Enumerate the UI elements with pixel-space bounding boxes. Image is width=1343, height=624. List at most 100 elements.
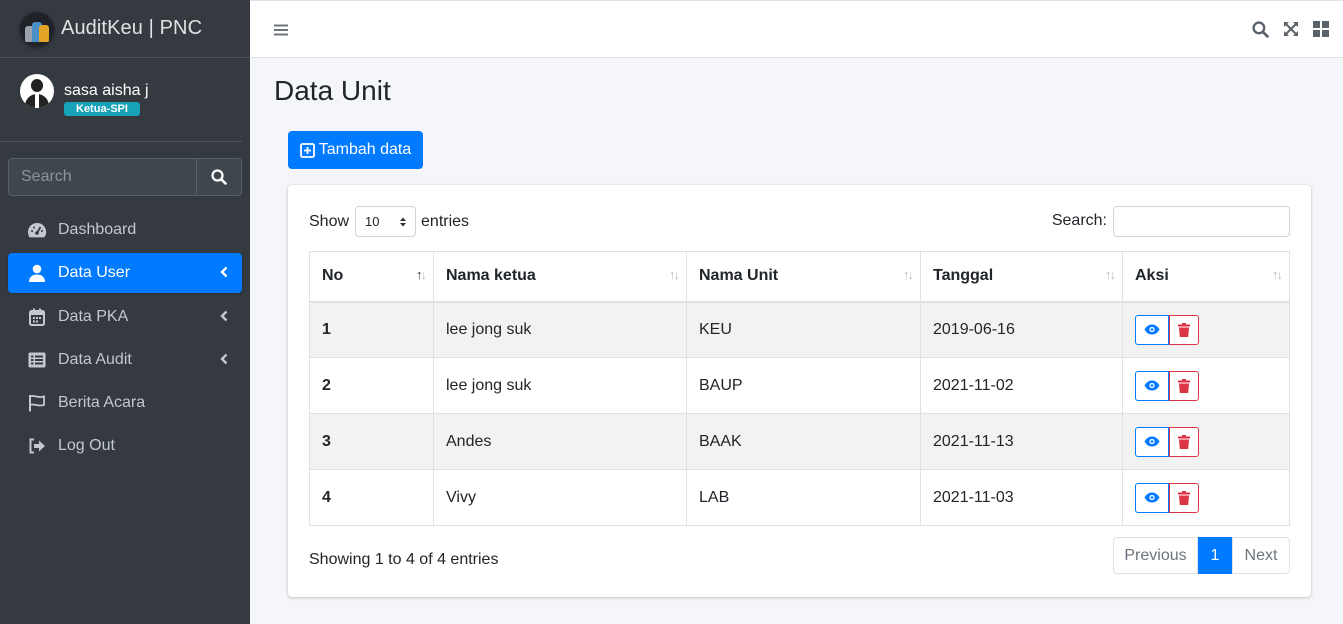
table-header-row: No ↑↓ Nama ketua ↑↓ Nama Unit ↑↓ Tanggal ↑↓ … — [309, 251, 1290, 303]
eye-icon — [1144, 492, 1160, 503]
show-label: Show — [309, 212, 350, 230]
page-1-button[interactable]: 1 — [1198, 537, 1232, 574]
sidebar-item-label: Berita Acara — [58, 394, 146, 412]
trash-icon — [1178, 490, 1190, 505]
brand-logo-icon — [20, 11, 54, 46]
trash-icon — [1178, 434, 1190, 449]
tachometer-icon — [26, 220, 48, 240]
cell-nama-unit: KEU — [686, 301, 921, 358]
delete-button[interactable] — [1169, 314, 1199, 345]
chevron-left-icon — [220, 310, 228, 321]
fullscreen-icon[interactable] — [1283, 21, 1299, 43]
view-button[interactable] — [1135, 370, 1169, 401]
data-table: No ↑↓ Nama ketua ↑↓ Nama Unit ↑↓ Tanggal ↑↓ … — [309, 251, 1290, 526]
eye-icon — [1144, 324, 1160, 335]
table-info: Showing 1 to 4 of 4 entries — [309, 551, 499, 568]
previous-page-button[interactable]: Previous — [1113, 537, 1198, 574]
sidebar-search — [8, 158, 242, 196]
add-data-label: Tambah data — [318, 141, 412, 158]
view-button[interactable] — [1135, 426, 1169, 457]
pagination: Previous 1 Next — [1113, 537, 1290, 574]
user-role-badge: Ketua-SPI — [64, 102, 140, 116]
select-arrows-icon — [400, 217, 407, 226]
list-icon — [26, 350, 48, 370]
trash-icon — [1178, 322, 1190, 337]
search-icon[interactable] — [1252, 21, 1269, 43]
search-icon — [211, 169, 227, 185]
page-title: Data Unit — [274, 75, 391, 106]
entries-select[interactable]: 10 — [355, 206, 417, 237]
column-header-nama-ketua[interactable]: Nama ketua ↑↓ — [433, 251, 687, 303]
column-header-nama-unit[interactable]: Nama Unit ↑↓ — [686, 251, 921, 303]
sidebar-search-button[interactable] — [196, 158, 242, 196]
sidebar-item-label: Data User — [58, 264, 131, 282]
sidebar-item-label: Data PKA — [58, 307, 129, 325]
sign-out-icon — [26, 436, 48, 456]
user-panel: sasa aisha j Ketua-SPI — [0, 58, 242, 142]
next-page-button[interactable]: Next — [1232, 537, 1290, 574]
entries-select-value: 10 — [365, 214, 380, 229]
add-data-button[interactable]: Tambah data — [288, 131, 423, 169]
trash-icon — [1178, 378, 1190, 393]
sort-icon: ↑↓ — [903, 267, 914, 282]
cell-nama-unit: BAUP — [686, 357, 921, 414]
chevron-left-icon — [220, 353, 228, 365]
sort-icon: ↑↓ — [1105, 267, 1116, 282]
table-search-input[interactable] — [1113, 206, 1290, 237]
cell-nama-ketua: Vivy — [433, 469, 687, 526]
table-search-label: Search: — [1051, 212, 1107, 229]
sidebar-item-data-pka[interactable]: Data PKA — [8, 297, 242, 337]
eye-icon — [1144, 436, 1160, 447]
sidebar-item-label: Dashboard — [58, 221, 137, 238]
cell-tanggal: 2019-06-16 — [920, 301, 1123, 358]
sort-icon: ↑↓ — [669, 267, 680, 282]
cell-nama-unit: BAAK — [686, 413, 921, 470]
cell-no: 2 — [309, 357, 434, 414]
user-name[interactable]: sasa aisha j — [64, 82, 149, 100]
cell-aksi — [1122, 301, 1290, 358]
sidebar-item-data-audit[interactable]: Data Audit — [8, 340, 242, 380]
delete-button[interactable] — [1169, 426, 1199, 457]
table-row: 2 lee jong suk BAUP 2021-11-02 — [309, 357, 1290, 414]
sidebar-item-dashboard[interactable]: Dashboard — [8, 210, 242, 250]
sidebar-search-input[interactable] — [8, 158, 196, 196]
avatar[interactable] — [20, 74, 54, 108]
chevron-left-icon — [220, 266, 228, 278]
sidebar-item-data-user[interactable]: Data User — [8, 253, 242, 294]
sort-icon: ↑↓ — [1272, 267, 1283, 282]
cell-aksi — [1122, 469, 1290, 526]
sidebar-item-berita-acara[interactable]: Berita Acara — [8, 383, 242, 423]
cell-tanggal: 2021-11-13 — [920, 413, 1123, 470]
entries-length-control: Show 10 entries — [309, 206, 469, 237]
calendar-icon — [26, 307, 48, 327]
delete-button[interactable] — [1169, 482, 1199, 513]
sort-asc-icon: ↑↓ — [416, 267, 427, 282]
sidebar-nav: Dashboard Data User Data PKA Data Audit — [0, 210, 250, 466]
sidebar-item-log-out[interactable]: Log Out — [8, 426, 242, 466]
view-button[interactable] — [1135, 482, 1169, 513]
cell-aksi — [1122, 357, 1290, 414]
data-card: Show 10 entries Search: No ↑↓ Nama ketua ↑… — [288, 185, 1311, 597]
sidebar-item-label: Log Out — [58, 437, 115, 455]
table-row: 1 lee jong suk KEU 2019-06-16 — [309, 301, 1290, 358]
menu-toggle-icon[interactable] — [274, 23, 288, 41]
table-row: 4 Vivy LAB 2021-11-03 — [309, 469, 1290, 526]
column-header-no[interactable]: No ↑↓ — [309, 251, 434, 303]
view-button[interactable] — [1135, 314, 1169, 345]
cell-nama-ketua: lee jong suk — [433, 357, 687, 414]
entries-label: entries — [421, 212, 470, 230]
cell-aksi — [1122, 413, 1290, 470]
brand-link[interactable]: AuditKeu | PNC — [0, 0, 250, 58]
column-header-aksi[interactable]: Aksi ↑↓ — [1122, 251, 1290, 303]
sidebar-item-label: Data Audit — [58, 350, 132, 368]
cell-tanggal: 2021-11-03 — [920, 469, 1123, 526]
plus-square-icon — [299, 142, 315, 158]
cell-nama-unit: LAB — [686, 469, 921, 526]
control-sidebar-icon[interactable] — [1313, 21, 1329, 43]
top-navbar — [250, 0, 1343, 58]
eye-icon — [1144, 380, 1160, 391]
column-header-tanggal[interactable]: Tanggal ↑↓ — [920, 251, 1123, 303]
cell-no: 3 — [309, 413, 434, 470]
delete-button[interactable] — [1169, 370, 1199, 401]
cell-nama-ketua: lee jong suk — [433, 301, 687, 358]
